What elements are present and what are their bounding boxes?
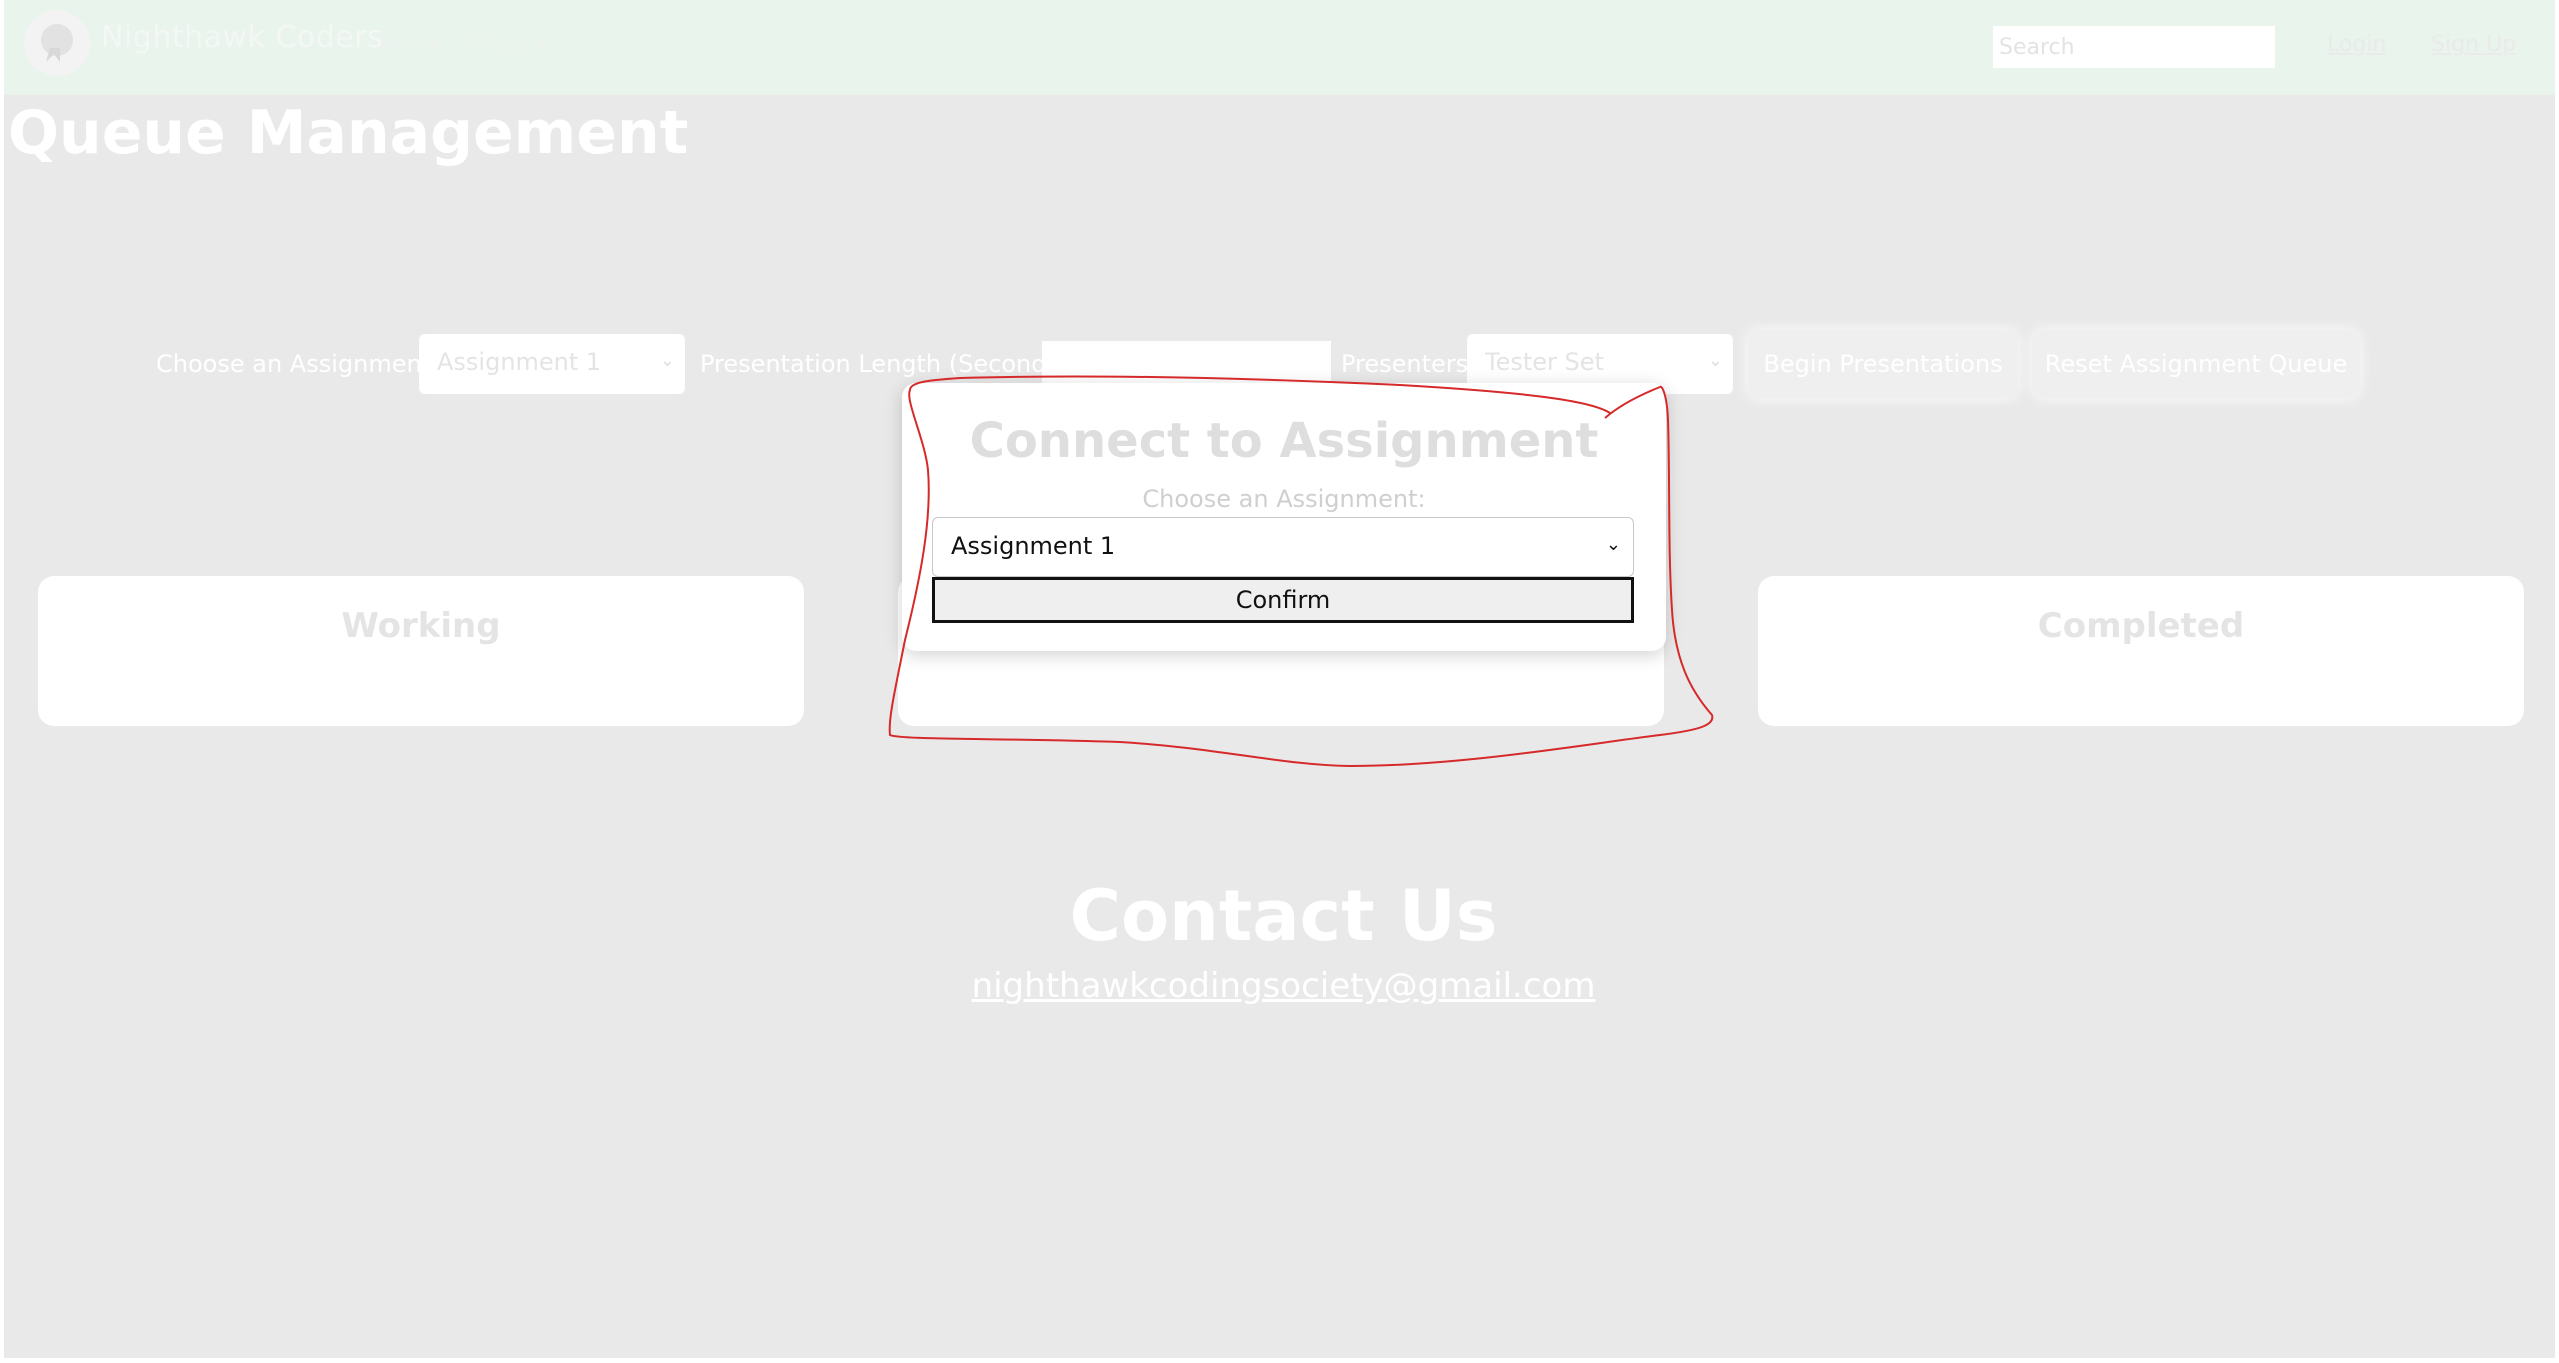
- assignment-select-value: Assignment 1: [437, 348, 602, 376]
- chevron-down-icon: ⌄: [1605, 534, 1621, 555]
- modal-title: Connect to Assignment: [969, 413, 1599, 469]
- presentation-length-input[interactable]: [1042, 341, 1331, 383]
- page-title: Queue Management: [8, 98, 689, 168]
- chevron-down-icon: ▼: [536, 37, 547, 53]
- modal-assignment-label: Choose an Assignment:: [1142, 485, 1426, 513]
- chevron-down-icon: ⌄: [1707, 350, 1723, 371]
- nav-home-link[interactable]: Home: [379, 32, 444, 57]
- nav-blogs-label: Blogs: [470, 32, 531, 57]
- working-column-title: Working: [341, 606, 501, 646]
- nav-blogs-dropdown[interactable]: Blogs ▼: [470, 32, 547, 57]
- modal-assignment-select[interactable]: Assignment 1 ⌄: [932, 517, 1634, 577]
- completed-column-title: Completed: [2037, 606, 2245, 646]
- completed-column: Completed: [1758, 576, 2524, 726]
- chevron-down-icon: ⌄: [659, 350, 675, 371]
- working-column: Working: [38, 576, 804, 726]
- presenters-label: Presenters: [1341, 350, 1469, 378]
- modal-select-value: Assignment 1: [951, 532, 1116, 560]
- presentation-length-label: Presentation Length (Seconds):: [700, 350, 1077, 378]
- presenters-select-value: Tester Set: [1485, 348, 1604, 376]
- contact-title: Contact Us: [1069, 875, 1498, 957]
- reset-assignment-queue-button[interactable]: Reset Assignment Queue: [2032, 330, 2360, 398]
- connect-assignment-modal: Connect to Assignment Choose an Assignme…: [902, 383, 1666, 651]
- login-link[interactable]: Login: [2327, 32, 2386, 57]
- signup-link[interactable]: Sign Up: [2431, 32, 2516, 57]
- begin-presentations-button[interactable]: Begin Presentations: [1748, 330, 2018, 398]
- confirm-button[interactable]: Confirm: [932, 577, 1634, 623]
- contact-email-link[interactable]: nighthawkcodingsociety@gmail.com: [4, 966, 2559, 1006]
- search-input[interactable]: [1993, 26, 2275, 68]
- top-navbar: Nighthawk Coders Home Blogs ▼ Login Sign …: [4, 0, 2555, 95]
- page-frame: Nighthawk Coders Home Blogs ▼ Login Sign …: [4, 0, 2555, 1358]
- brand-name[interactable]: Nighthawk Coders: [101, 20, 383, 55]
- nighthawk-logo-icon[interactable]: [24, 10, 90, 76]
- assignment-label: Choose an Assignment:: [156, 350, 440, 378]
- assignment-select[interactable]: Assignment 1 ⌄: [419, 334, 685, 394]
